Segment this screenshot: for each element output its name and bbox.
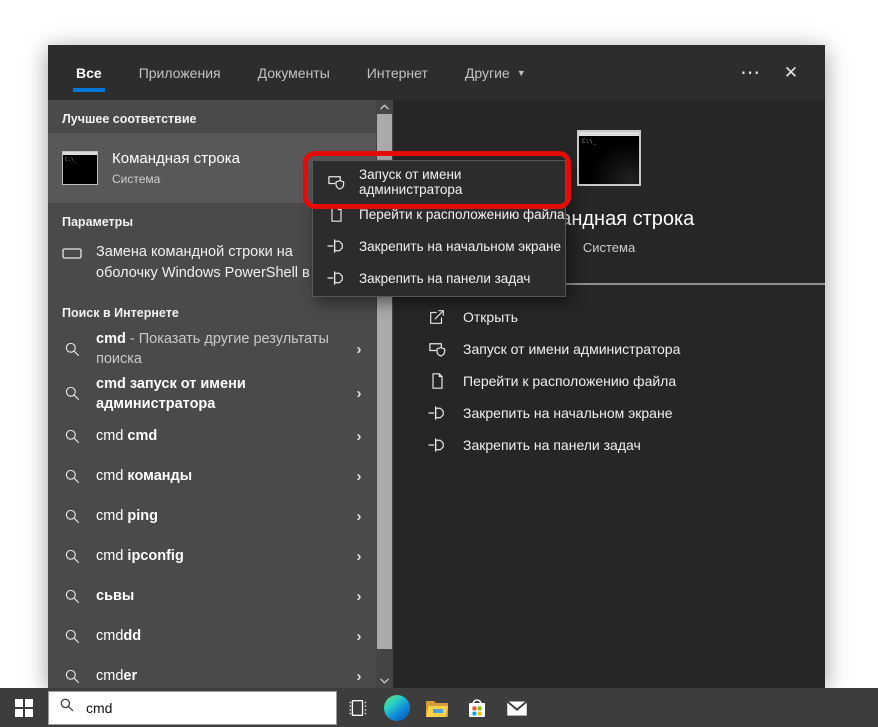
chevron-right-icon[interactable]: › [352, 341, 366, 358]
chevron-right-icon[interactable]: › [352, 668, 366, 685]
more-options-icon[interactable]: ⋯ [731, 45, 771, 100]
web-suggestion[interactable]: сьвы › [48, 576, 376, 616]
search-icon [59, 697, 75, 718]
monitor-icon [62, 242, 82, 263]
run-as-admin-icon [427, 340, 447, 359]
search-icon [62, 468, 82, 485]
pin-icon [427, 405, 447, 421]
chevron-right-icon[interactable]: › [352, 548, 366, 565]
open-icon [427, 308, 447, 326]
menu-item-file-location[interactable]: Перейти к расположению файла [313, 198, 565, 230]
preview-actions: Открыть Запуск от имени администратора П… [393, 285, 825, 461]
chevron-right-icon[interactable]: › [352, 588, 366, 605]
start-button[interactable] [0, 688, 48, 727]
web-suggestion[interactable]: cmddd › [48, 616, 376, 656]
search-icon [62, 385, 82, 402]
microsoft-store-icon[interactable] [457, 688, 497, 727]
context-menu: Запуск от имени администратора Перейти к… [312, 160, 566, 297]
search-icon [62, 341, 82, 358]
scroll-down-icon[interactable] [376, 674, 393, 688]
section-best-match: Лучшее соответствие [48, 100, 376, 133]
web-suggestion[interactable]: cmd запуск от имени администратора › [48, 372, 376, 417]
menu-item-run-as-admin[interactable]: Запуск от имени администратора [313, 166, 565, 198]
search-icon [62, 588, 82, 605]
task-view-button[interactable] [337, 688, 377, 727]
mail-icon[interactable] [497, 688, 537, 727]
section-web-search: Поиск в Интернете [48, 294, 376, 327]
action-run-as-admin[interactable]: Запуск от имени администратора [427, 333, 825, 365]
tab-all[interactable]: Все [76, 45, 102, 100]
action-pin-start[interactable]: Закрепить на начальном экране [427, 397, 825, 429]
web-suggestion[interactable]: cmd ipconfig › [48, 536, 376, 576]
action-open[interactable]: Открыть [427, 301, 825, 333]
menu-item-pin-taskbar[interactable]: Закрепить на панели задач [313, 262, 565, 294]
chevron-down-icon: ▼ [517, 68, 526, 78]
tab-web[interactable]: Интернет [367, 45, 428, 100]
pin-icon [326, 270, 346, 286]
scroll-up-icon[interactable] [376, 100, 393, 114]
web-suggestion[interactable]: cmd cmd › [48, 416, 376, 456]
run-as-admin-icon [326, 173, 346, 192]
web-suggestion[interactable]: cmder › [48, 656, 376, 688]
cmd-app-icon-large [577, 130, 641, 186]
search-icon [62, 628, 82, 645]
taskbar-search-box[interactable] [48, 691, 337, 725]
web-suggestion[interactable]: cmd ping › [48, 496, 376, 536]
chevron-right-icon[interactable]: › [352, 428, 366, 445]
file-location-icon [427, 372, 447, 390]
close-icon[interactable]: ✕ [771, 45, 811, 100]
search-icon [62, 508, 82, 525]
pin-icon [326, 238, 346, 254]
tab-documents[interactable]: Документы [258, 45, 330, 100]
chevron-right-icon[interactable]: › [352, 468, 366, 485]
file-explorer-icon[interactable] [417, 688, 457, 727]
search-tabbar: Все Приложения Документы Интернет Другие… [48, 45, 825, 100]
tab-apps[interactable]: Приложения [139, 45, 221, 100]
pin-icon [427, 437, 447, 453]
search-icon [62, 428, 82, 445]
search-input[interactable] [84, 699, 288, 717]
chevron-right-icon[interactable]: › [352, 385, 366, 402]
chevron-right-icon[interactable]: › [352, 628, 366, 645]
taskbar [0, 688, 878, 727]
windows-logo-icon [15, 699, 33, 717]
menu-item-pin-start[interactable]: Закрепить на начальном экране [313, 230, 565, 262]
chevron-right-icon[interactable]: › [352, 508, 366, 525]
action-file-location[interactable]: Перейти к расположению файла [427, 365, 825, 397]
web-suggestion[interactable]: cmd команды › [48, 456, 376, 496]
settings-result-label: Замена командной строки на оболочку Wind… [96, 242, 346, 284]
tab-more-filters[interactable]: Другие ▼ [465, 45, 526, 100]
web-suggestion[interactable]: cmd - Показать другие результаты поиска … [48, 327, 376, 372]
cmd-app-icon [62, 151, 98, 185]
file-location-icon [326, 205, 346, 223]
action-pin-taskbar[interactable]: Закрепить на панели задач [427, 429, 825, 461]
edge-browser-icon[interactable] [377, 688, 417, 727]
search-flyout: Все Приложения Документы Интернет Другие… [48, 45, 825, 688]
best-match-subtitle: Система [112, 172, 240, 186]
search-icon [62, 668, 82, 685]
search-icon [62, 548, 82, 565]
best-match-title: Командная строка [112, 150, 240, 167]
